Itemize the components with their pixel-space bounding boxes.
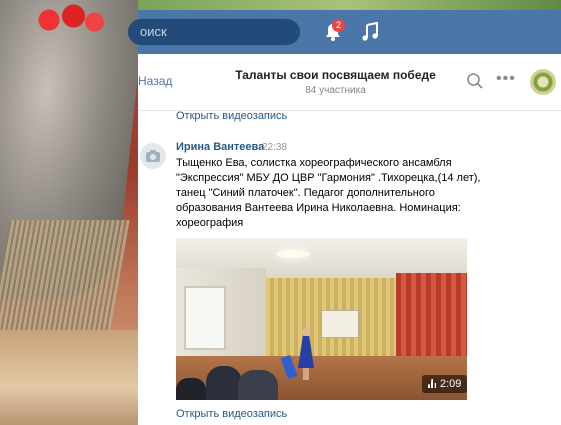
background-top-strip (138, 0, 561, 10)
chat-header: Назад Таланты свои посвящаем победе 84 у… (138, 54, 561, 111)
background-flowers (35, 0, 105, 40)
search-placeholder: оиск (140, 24, 167, 39)
video-audience-member (206, 366, 242, 400)
background-fringe (0, 220, 130, 330)
video-ceiling-light (276, 250, 310, 258)
more-icon[interactable]: ••• (496, 71, 516, 90)
author-avatar[interactable] (140, 143, 166, 169)
search-icon[interactable] (466, 72, 484, 90)
video-duration-text: 2:09 (440, 378, 462, 390)
camera-icon (146, 150, 160, 162)
search-input[interactable]: оиск (128, 19, 300, 45)
video-audience-member (238, 370, 278, 400)
post-time: 22:38 (262, 142, 288, 153)
vk-window: оиск 2 Назад Таланты свои посвящаем побе… (128, 10, 561, 425)
background-floor (0, 330, 138, 425)
group-title[interactable]: Таланты свои посвящаем победе (233, 68, 438, 82)
open-video-link-bottom[interactable]: Открыть видеозапись (176, 408, 287, 420)
video-projector-screen (321, 310, 359, 338)
video-dancer (298, 328, 314, 380)
group-avatar[interactable] (530, 69, 556, 95)
video-window (184, 286, 226, 350)
views-icon (428, 379, 437, 388)
video-audience-member (176, 378, 206, 400)
music-icon[interactable] (360, 22, 380, 42)
notifications-badge: 2 (332, 19, 345, 32)
open-video-link-top[interactable]: Открыть видеозапись (176, 110, 287, 122)
background-photo (0, 0, 138, 425)
top-bar: оиск 2 (128, 10, 561, 54)
video-thumbnail[interactable]: 2:09 (176, 238, 467, 400)
post-author[interactable]: Ирина Вантеева (176, 141, 264, 153)
back-link[interactable]: Назад (138, 74, 172, 88)
member-count: 84 участника (305, 85, 366, 96)
post-text: Тыщенко Ева, солистка хореографического … (176, 157, 481, 229)
video-duration: 2:09 (422, 375, 467, 393)
